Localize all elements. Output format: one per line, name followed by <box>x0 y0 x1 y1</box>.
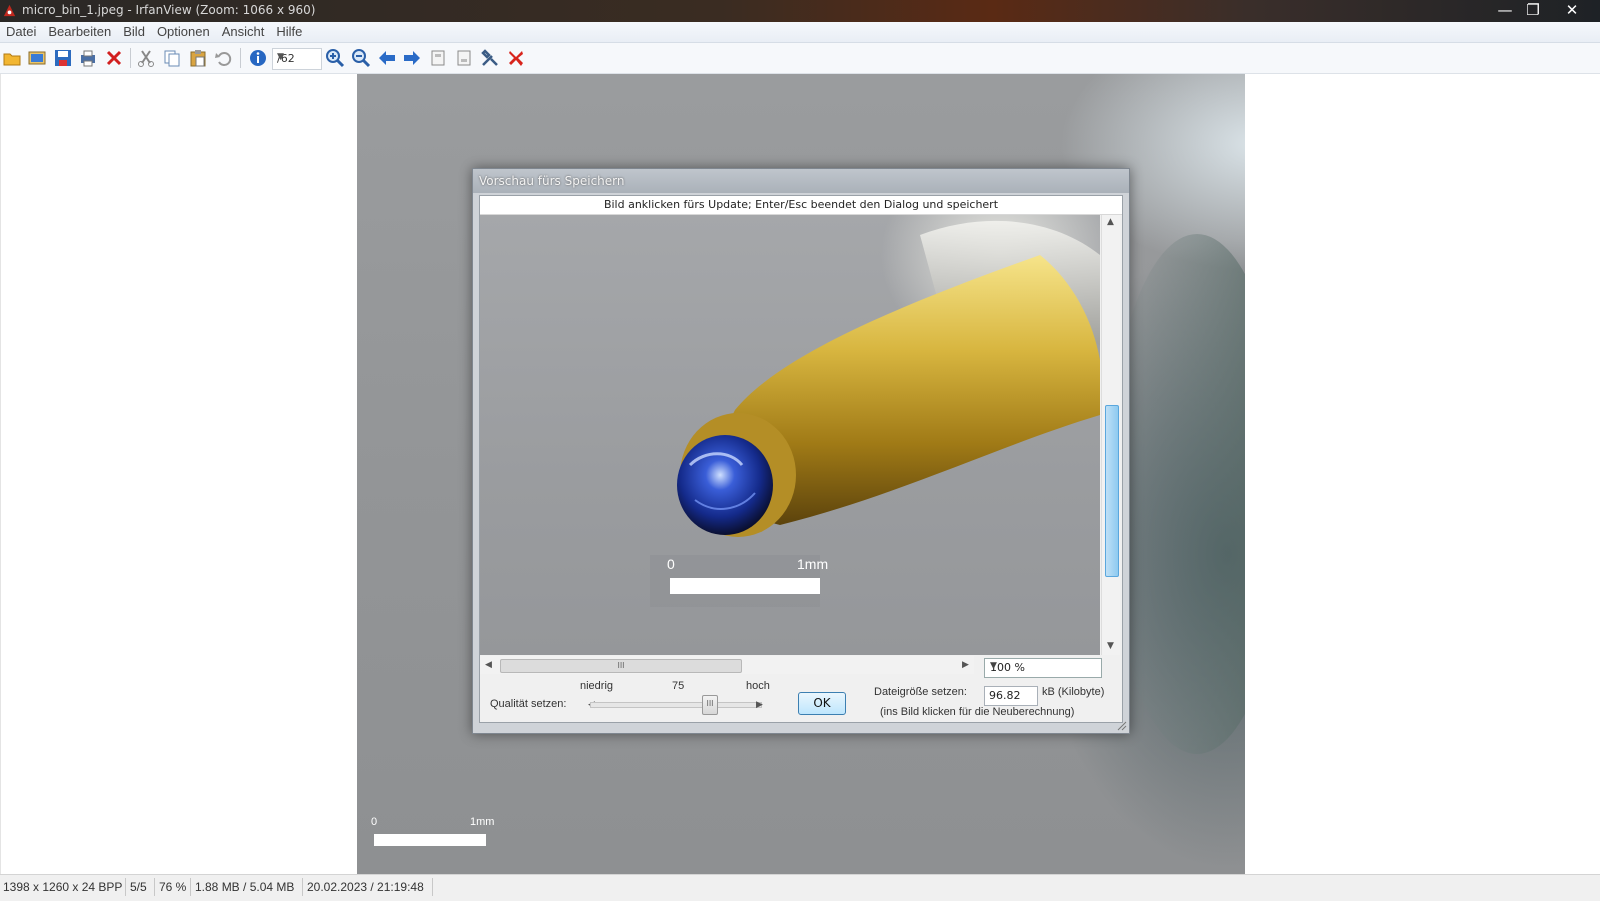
scroll-down-icon[interactable]: ▼ <box>1107 641 1114 651</box>
info-icon[interactable] <box>248 48 268 68</box>
menu-bar: Datei Bearbeiten Bild Optionen Ansicht Hilfe <box>0 22 1600 43</box>
status-size: 1.88 MB / 5.04 MB <box>195 880 295 894</box>
horizontal-scroll-thumb[interactable]: III <box>500 659 742 673</box>
title-bar: micro_bin_1.jpeg - IrfanView (Zoom: 1066… <box>0 0 1600 22</box>
open-folder-icon[interactable] <box>2 48 22 68</box>
close-button[interactable]: ✕ <box>1558 0 1586 20</box>
save-preview-dialog: Vorschau fürs Speichern Bild anklicken f… <box>472 168 1130 734</box>
preview-horizontal-scrollbar[interactable]: ◀ III ▶ <box>480 656 974 674</box>
image-scale-left-label: 0 <box>371 816 378 828</box>
menu-bild[interactable]: Bild <box>117 22 151 39</box>
image-scale-bar <box>374 834 486 846</box>
filesize-note: (ins Bild klicken für die Neuberechnung) <box>880 706 1075 718</box>
minimize-button[interactable]: — <box>1491 0 1519 20</box>
preview-zoom-select[interactable]: 100 % ▼ <box>984 658 1102 678</box>
quality-slider-thumb[interactable]: III <box>702 695 718 715</box>
move-to-icon[interactable] <box>454 48 474 68</box>
toolbar: /62 ▼ <box>0 43 1600 74</box>
scroll-right-icon[interactable]: ▶ <box>962 660 969 670</box>
next-icon[interactable] <box>402 48 422 68</box>
status-separator <box>302 878 303 896</box>
status-zoom: 76 % <box>159 880 187 894</box>
quality-label: Qualität setzen: <box>490 698 567 710</box>
paste-icon[interactable] <box>188 48 208 68</box>
filesize-input[interactable]: 96.82 <box>984 686 1038 706</box>
toolbar-separator <box>240 48 241 68</box>
preview-scale-right-label: 1mm <box>797 556 829 572</box>
thumbnails-icon[interactable] <box>27 48 47 68</box>
status-index: 5/5 <box>130 880 147 894</box>
status-dimensions: 1398 x 1260 x 24 BPP <box>3 880 123 894</box>
status-separator <box>432 878 433 896</box>
preview-vertical-scrollbar[interactable]: ▲ ▼ <box>1101 215 1120 655</box>
scroll-left-icon[interactable]: ◀ <box>485 660 492 670</box>
resize-grip-icon[interactable] <box>1117 721 1127 731</box>
preview-image[interactable]: 0 1mm <box>480 215 1100 655</box>
dialog-frame: Bild anklicken fürs Update; Enter/Esc be… <box>479 195 1123 723</box>
copy-to-icon[interactable] <box>428 48 448 68</box>
status-datetime: 20.02.2023 / 21:19:48 <box>307 880 424 894</box>
quality-high-label: hoch <box>746 680 770 692</box>
exit-icon[interactable] <box>506 48 526 68</box>
vertical-scroll-thumb[interactable] <box>1105 405 1119 577</box>
menu-ansicht[interactable]: Ansicht <box>216 22 271 39</box>
quality-increase-icon[interactable]: ▶ <box>756 700 763 710</box>
dialog-title: Vorschau fürs Speichern <box>479 174 625 188</box>
filesize-value: 96.82 <box>989 689 1021 702</box>
menu-hilfe[interactable]: Hilfe <box>270 22 308 39</box>
image-scale-right-label: 1mm <box>470 816 495 828</box>
menu-bearbeiten[interactable]: Bearbeiten <box>42 22 117 39</box>
status-separator <box>154 878 155 896</box>
filesize-label: Dateigröße setzen: <box>874 686 967 698</box>
dialog-hint: Bild anklicken fürs Update; Enter/Esc be… <box>480 196 1122 215</box>
toolbar-separator <box>130 48 131 68</box>
status-separator <box>190 878 191 896</box>
settings-icon[interactable] <box>480 48 500 68</box>
dialog-title-bar[interactable]: Vorschau fürs Speichern <box>473 169 1129 193</box>
menu-datei[interactable]: Datei <box>0 22 42 39</box>
maximize-button[interactable]: ❐ <box>1519 0 1547 20</box>
app-icon <box>3 4 16 17</box>
scroll-up-icon[interactable]: ▲ <box>1107 217 1114 227</box>
ok-button[interactable]: OK <box>798 692 846 715</box>
preview-scale-left-label: 0 <box>667 556 675 572</box>
preview-image-content <box>650 220 1100 607</box>
zoom-input[interactable]: /62 ▼ <box>272 48 322 70</box>
quality-slider-track[interactable] <box>590 702 762 708</box>
print-icon[interactable] <box>78 48 98 68</box>
previous-icon[interactable] <box>377 48 397 68</box>
status-bar: 1398 x 1260 x 24 BPP 5/5 76 % 1.88 MB / … <box>0 874 1600 901</box>
menu-optionen[interactable]: Optionen <box>151 22 216 39</box>
delete-icon[interactable] <box>104 48 124 68</box>
filesize-unit: kB (Kilobyte) <box>1042 686 1105 698</box>
quality-low-label: niedrig <box>580 680 614 692</box>
copy-icon[interactable] <box>162 48 182 68</box>
zoom-out-icon[interactable] <box>351 48 371 68</box>
zoom-in-icon[interactable] <box>325 48 345 68</box>
save-icon[interactable] <box>53 48 73 68</box>
chevron-down-icon[interactable]: ▼ <box>277 52 318 62</box>
chevron-down-icon[interactable]: ▼ <box>990 661 1097 671</box>
cut-icon[interactable] <box>136 48 156 68</box>
undo-icon[interactable] <box>213 48 233 68</box>
quality-value: 75 <box>672 680 685 692</box>
window-title: micro_bin_1.jpeg - IrfanView (Zoom: 1066… <box>22 3 316 17</box>
preview-scale-bar <box>670 578 820 594</box>
status-separator <box>125 878 126 896</box>
